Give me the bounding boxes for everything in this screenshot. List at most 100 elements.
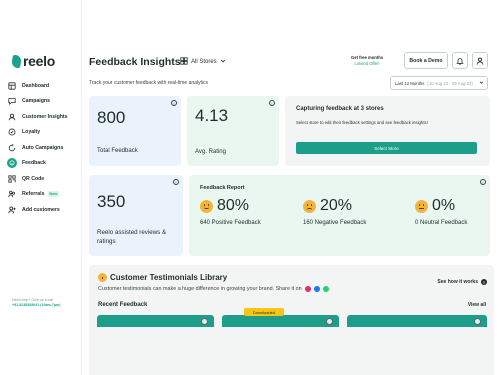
neutral-feedback-stat: 0% 0 Neutral Feedback [415, 197, 467, 226]
downloaded-badge: Downloaded [244, 308, 284, 316]
chevron-down-icon [220, 58, 226, 66]
info-icon[interactable]: i [269, 100, 275, 106]
total-feedback-card: i 800 Total Feedback [89, 96, 181, 166]
sidebar-item-label: Add customers [22, 206, 60, 213]
brand-name: reelo [23, 53, 55, 69]
total-feedback-value: 800 [97, 108, 126, 127]
reelo-assisted-value: 350 [97, 192, 126, 211]
positive-label: 640 Positive Feedback [200, 220, 261, 226]
bell-icon [456, 52, 464, 70]
how-it-works-text: See how it works [437, 279, 478, 285]
smiling-face-icon [98, 273, 107, 282]
sidebar-nav: Dashboard Campaigns Customer Insights Lo… [7, 78, 82, 218]
negative-label: 160 Negative Feedback [303, 220, 367, 226]
sidebar-item-loyalty[interactable]: Loyalty [8, 125, 82, 141]
sidebar-item-label: Referrals [22, 191, 45, 198]
question-icon: ? [481, 279, 487, 285]
sidebar-item-label: Dashboard [22, 82, 50, 89]
main-content: Feedback Insights All Stores Track your … [82, 0, 500, 375]
page-subtitle: Track your customer feedback with real-t… [89, 80, 209, 86]
negative-percent: 20% [320, 197, 353, 214]
instagram-icon[interactable] [304, 286, 311, 292]
feedback-report-title: Feedback Report [200, 185, 245, 191]
date-range-dates: (10 Aug 22 - 09 Aug 23) [427, 80, 473, 86]
testimonials-title-text: Customer Testimonials Library [110, 273, 228, 282]
sidebar-item-label: Auto Campaigns [22, 144, 64, 151]
add-user-icon [8, 206, 16, 214]
store-selector-label: All Stores [191, 59, 217, 65]
profile-button[interactable] [472, 52, 488, 69]
notifications-button[interactable] [452, 52, 468, 69]
reelo-logo-icon [11, 54, 22, 68]
sidebar-item-campaigns[interactable]: Campaigns [8, 94, 82, 110]
testimonial-card[interactable] [97, 315, 214, 327]
how-it-works-link[interactable]: See how it works ? [437, 279, 487, 285]
new-badge: New [47, 191, 60, 198]
page-title: Feedback Insights [89, 56, 181, 68]
sidebar-item-customer-insights[interactable]: Customer Insights [8, 109, 82, 125]
avg-rating-card: i 4.13 Avg. Rating [187, 96, 279, 166]
avatar [201, 318, 208, 325]
book-demo-button[interactable]: Book a Demo [404, 52, 448, 69]
info-icon[interactable]: i [173, 179, 179, 185]
feedback-icon [7, 158, 17, 169]
chevron-down-icon [479, 80, 484, 86]
info-icon[interactable]: i [171, 100, 177, 106]
facebook-icon[interactable] [313, 286, 320, 292]
qr-code-icon [8, 175, 16, 183]
date-range-selector[interactable]: Last 12 Months (10 Aug 22 - 09 Aug 23) [390, 76, 488, 90]
whatsapp-icon[interactable] [322, 286, 329, 292]
sidebar-item-add-customers[interactable]: Add customers [8, 202, 82, 218]
neutral-percent: 0% [432, 197, 456, 214]
help-phone[interactable]: +91-8238369641 (10am-7pm) [12, 303, 60, 308]
negative-feedback-stat: 20% 160 Negative Feedback [303, 197, 366, 226]
free-months-offer[interactable]: Get free months Limited Offer! [351, 55, 383, 67]
testimonials-title: Customer Testimonials Library [98, 273, 227, 282]
help-contact: Need help? Give us a call +91-8238369641… [12, 298, 60, 308]
select-store-button[interactable]: Select Store [296, 142, 477, 154]
loyalty-icon [8, 128, 16, 136]
campaign-icon [8, 97, 16, 106]
sidebar-item-label: QR Code [22, 175, 45, 182]
store-selector[interactable]: All Stores [180, 57, 226, 67]
referrals-icon [8, 190, 16, 198]
reelo-assisted-label: Reelo assisted reviews & ratings [97, 229, 167, 245]
capture-title: Capturing feedback at 3 stores [296, 106, 384, 112]
info-icon[interactable]: i [480, 179, 486, 185]
avatar [474, 318, 481, 325]
neutral-face-icon [415, 199, 428, 213]
date-range-label: Last 12 Months [395, 80, 425, 86]
dashboard-icon [8, 82, 16, 90]
capture-description: Select store to edit their feedback sett… [296, 120, 428, 125]
testimonial-card[interactable] [347, 315, 487, 327]
sidebar-item-qr-code[interactable]: QR Code [8, 171, 82, 187]
testimonials-subtitle-text: Customer testimonials can make a huge di… [98, 286, 302, 292]
capture-feedback-card: Capturing feedback at 3 stores Select st… [285, 96, 490, 166]
feedback-report-card: i Feedback Report 80% 640 Positive Feedb… [189, 175, 490, 256]
reelo-assisted-card: i 350 Reelo assisted reviews & ratings [89, 175, 183, 256]
user-icon [476, 52, 484, 70]
brand-logo[interactable]: reelo [11, 53, 55, 69]
testimonial-card[interactable] [222, 315, 339, 327]
testimonials-library-card: Customer Testimonials Library Customer t… [89, 265, 494, 375]
recent-feedback-heading: Recent Feedback [98, 302, 148, 308]
insights-icon [8, 113, 16, 121]
sidebar-item-label: Customer Insights [22, 113, 68, 120]
total-feedback-label: Total Feedback [97, 148, 138, 154]
avatar [326, 318, 333, 325]
sidebar-item-dashboard[interactable]: Dashboard [8, 78, 82, 94]
sidebar: reelo Dashboard Campaigns Customer Insig… [0, 0, 82, 375]
limited-offer-text: Limited Offer! [354, 61, 380, 66]
neutral-label: 0 Neutral Feedback [415, 220, 468, 226]
sidebar-item-referrals[interactable]: Referrals New [8, 187, 82, 203]
avg-rating-value: 4.13 [195, 106, 229, 125]
sidebar-item-label: Feedback [22, 160, 46, 167]
positive-feedback-stat: 80% 640 Positive Feedback [200, 197, 261, 226]
sidebar-item-auto-campaigns[interactable]: Auto Campaigns [8, 140, 82, 156]
auto-campaign-icon [8, 143, 16, 152]
sidebar-item-label: Campaigns [22, 98, 50, 105]
sidebar-item-feedback[interactable]: Feedback [7, 156, 82, 172]
view-all-link[interactable]: View all [468, 302, 486, 308]
store-icon [180, 57, 188, 67]
positive-percent: 80% [217, 197, 250, 214]
